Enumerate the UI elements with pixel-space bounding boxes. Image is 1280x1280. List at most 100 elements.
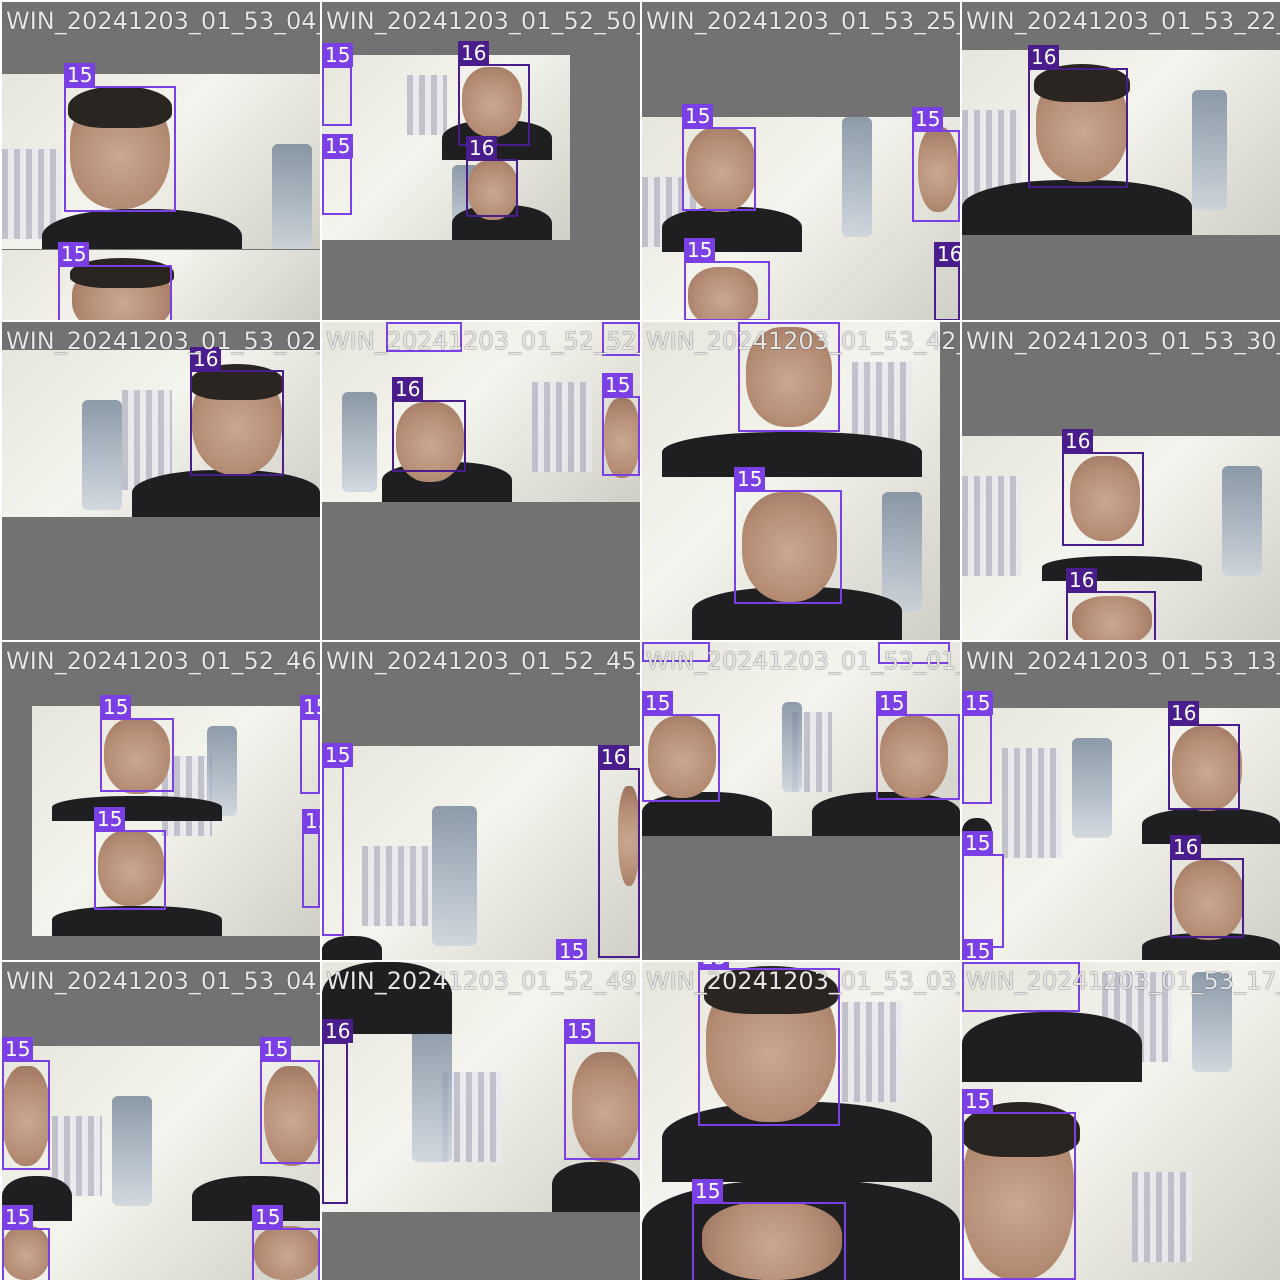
bbox-class-15: 15 (642, 691, 720, 802)
mosaic-tile: 16 15 WIN_20241203_01_52_49_Pro.jpg (322, 962, 640, 1280)
tile-filename: WIN_20241203_01_53_42_Pro.jpg (646, 327, 960, 355)
tile-filename: WIN_20241203_01_53_17_Pro.jpg (966, 967, 1280, 995)
bbox-class-15: 15 (682, 104, 756, 211)
bbox-class-16: 16 (1168, 701, 1240, 810)
bbox-class-15: 15 (962, 1089, 1076, 1280)
class-label: 15 (260, 1037, 292, 1061)
class-label: 15 (2, 1037, 34, 1061)
class-label: 15 (602, 373, 634, 397)
mosaic-tile: 15 15 16 15 WIN_20241203_01_52_52_Pro.jp… (322, 322, 640, 640)
tile-filename: WIN_20241203_01_52_46_Pro.jpg (6, 647, 320, 675)
class-label: 15 (878, 642, 910, 643)
class-label: 16 (934, 242, 960, 266)
class-label: 15 (602, 322, 634, 323)
class-label: 15 (94, 807, 126, 831)
class-label: 15 (962, 962, 994, 963)
bbox-class-16: 16 (598, 745, 640, 958)
tile-filename: WIN_20241203_01_53_22_Pro.jpg (966, 7, 1280, 35)
class-label: 15 (912, 107, 944, 131)
bbox-class-16: 16 (458, 41, 530, 146)
class-label: 15 (322, 43, 354, 67)
class-label: 15 (386, 322, 418, 323)
mosaic-tile: 15 15 15 15 WIN_20241203_01_52_46_Pro.jp… (2, 642, 320, 960)
tile-photo (322, 55, 570, 240)
class-label: 15 (252, 1205, 284, 1229)
class-label: 15 (300, 695, 320, 719)
bbox-class-16: 16 (1062, 429, 1144, 546)
class-label: 15 (64, 63, 96, 87)
bbox-class-16: 16 (322, 1019, 354, 1204)
bbox-class-15: 15 (302, 809, 320, 908)
class-label: 15 (322, 743, 354, 767)
class-label: 15 (58, 242, 90, 266)
class-label: 15 (302, 809, 320, 833)
bbox-class-15: 15 (2, 1037, 50, 1170)
tile-filename: WIN_20241203_01_53_04_Pro (2).jpg (6, 7, 320, 35)
mosaic-tile: 16 WIN_20241203_01_53_22_Pro.jpg (962, 2, 1280, 320)
tile-filename: WIN_20241203_01_52_52_Pro.jpg (326, 327, 640, 355)
bbox-class-16: 16 (934, 242, 960, 320)
tile-filename: WIN_20241203_01_52_49_Pro.jpg (326, 967, 640, 995)
class-label: 15 (556, 939, 588, 960)
class-label: 15 (322, 134, 354, 158)
class-label: 15 (962, 831, 994, 855)
mosaic-tile: 16 WIN_20241203_01_53_02_Pro.jpg (2, 322, 320, 640)
tile-filename: WIN_20241203_01_52_45_Pro.jpg (326, 647, 640, 675)
bbox-class-15: 15 (734, 467, 842, 604)
bbox-class-16: 16 (1170, 835, 1244, 938)
mosaic-tile: 15 16 15 16 15 WIN_20241203_01_53_13_Pro… (962, 642, 1280, 960)
class-label: 16 (458, 41, 490, 65)
bbox-class-15: 15 (300, 695, 320, 794)
class-label: 15 (682, 104, 714, 128)
bbox-class-15: 15 (684, 238, 770, 320)
mosaic-tile: 16 16 WIN_20241203_01_53_30_Pro.jpg (962, 322, 1280, 640)
bbox-class-15: 15 (322, 743, 354, 936)
bbox-class-16: 16 (190, 347, 284, 476)
tile-filename: WIN_20241203_01_53_01_Pro.jpg (646, 647, 960, 675)
mosaic-tile: 15 16 15 WIN_20241203_01_52_45_Pro.jpg (322, 642, 640, 960)
bbox-class-16: 16 (466, 136, 518, 217)
class-label: 15 (642, 642, 674, 643)
class-label: 16 (322, 1019, 354, 1043)
class-label: 15 (962, 939, 994, 960)
class-label: 16 (1066, 568, 1098, 592)
tile-photo (322, 746, 640, 960)
class-label: 16 (598, 745, 630, 769)
bbox-class-16: 16 (1066, 568, 1156, 640)
mosaic-tile: 15 15 WIN_20241203_01_53_17_Pro.jpg (962, 962, 1280, 1280)
bbox-class-15: 15 (876, 691, 960, 800)
bbox-class-16: 16 (1028, 45, 1128, 188)
bbox-class-15: 15 (692, 1179, 846, 1280)
class-label: 15 (734, 467, 766, 491)
mosaic-tile: 15 15 15 15 WIN_20241203_01_53_04_Pro.jp… (2, 962, 320, 1280)
bbox-class-15: 15 (260, 1037, 320, 1164)
class-label: 16 (1062, 429, 1094, 453)
mosaic-grid: 15 15 WIN_20241203_01_53_04_Pro (2).jpg … (0, 0, 1280, 1280)
bbox-class-15: 15 (64, 63, 176, 212)
tile-filename: WIN_20241203_01_53_02_Pro.jpg (6, 327, 320, 355)
bbox-class-15: 15 (100, 695, 174, 792)
mosaic-tile: 15 15 WIN_20241203_01_53_42_Pro.jpg (642, 322, 960, 640)
tile-photo (32, 706, 320, 936)
mosaic-tile: 15 15 WIN_20241203_01_53_03_Pro.jpg (642, 962, 960, 1280)
tile-filename: WIN_20241203_01_53_03_Pro.jpg (646, 967, 960, 995)
bbox-class-15: 15 (912, 107, 960, 222)
mosaic-tile: 15 16 15 16 WIN_20241203_01_52_50_Pro.jp… (322, 2, 640, 320)
tile-filename: WIN_20241203_01_53_13_Pro.jpg (966, 647, 1280, 675)
bbox-class-15: 15 (322, 134, 354, 215)
bbox-class-15: 15 (58, 242, 172, 320)
bbox-class-15: 15 (962, 831, 1004, 948)
bbox-class-15: 15 (94, 807, 166, 910)
class-label: 16 (392, 377, 424, 401)
tile-filename: WIN_20241203_01_52_50_Pro.jpg (326, 7, 640, 35)
class-label: 15 (692, 1179, 724, 1203)
mosaic-tile: 15 15 WIN_20241203_01_53_04_Pro (2).jpg (2, 2, 320, 320)
class-label: 15 (962, 691, 994, 715)
bbox-class-15: 15 (2, 1205, 50, 1280)
tile-filename: WIN_20241203_01_53_30_Pro.jpg (966, 327, 1280, 355)
class-label: 15 (100, 695, 132, 719)
bbox-class-15: 15 (252, 1205, 320, 1280)
bbox-class-15: 15 (962, 691, 994, 804)
class-label: 16 (1170, 835, 1202, 859)
class-label: 16 (1028, 45, 1060, 69)
